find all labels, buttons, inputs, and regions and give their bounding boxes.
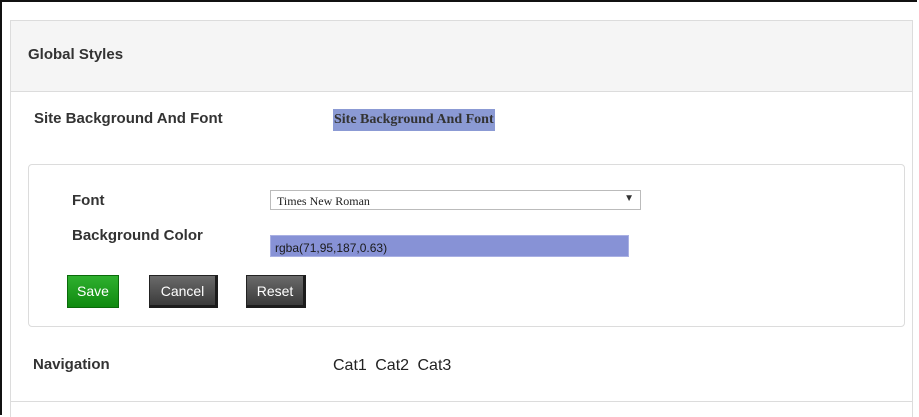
save-button[interactable]: Save — [67, 275, 119, 308]
background-color-label: Background Color — [72, 227, 203, 244]
nav-item-cat3[interactable]: Cat3 — [418, 357, 452, 374]
navigation-label: Navigation — [33, 356, 110, 373]
font-select-value: Times New Roman — [277, 194, 370, 208]
background-color-value: rgba(71,95,187,0.63) — [275, 241, 388, 255]
site-background-label: Site Background And Font — [34, 110, 223, 127]
panel-title: Global Styles — [28, 46, 124, 63]
site-background-preview: Site Background And Font — [333, 109, 495, 131]
global-styles-panel: Global Styles Site Background And Font S… — [10, 20, 913, 417]
reset-button[interactable]: Reset — [246, 275, 306, 308]
font-settings-form: Font Times New Roman ▼ Background Color … — [28, 164, 905, 327]
nav-item-cat1[interactable]: Cat1 — [333, 357, 367, 374]
chevron-down-icon: ▼ — [624, 193, 634, 204]
font-select[interactable]: Times New Roman ▼ — [270, 190, 641, 210]
navigation-links: Cat1 Cat2 Cat3 — [333, 357, 455, 375]
background-color-input[interactable]: rgba(71,95,187,0.63) — [270, 235, 629, 257]
panel-header: Global Styles — [11, 21, 912, 92]
cancel-button[interactable]: Cancel — [149, 275, 218, 308]
nav-item-cat2[interactable]: Cat2 — [375, 357, 409, 374]
divider — [11, 401, 912, 402]
font-label: Font — [72, 192, 105, 209]
